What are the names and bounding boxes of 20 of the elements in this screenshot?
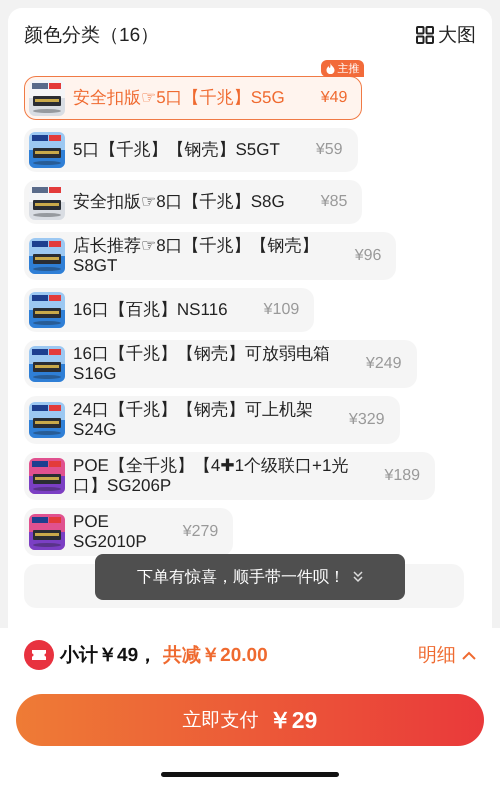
grid-icon bbox=[416, 26, 434, 44]
recommend-badge: 主推 bbox=[321, 60, 364, 77]
message-toast: 下单有惊喜，顺手带一件呗！ bbox=[95, 554, 405, 600]
section-title: 颜色分类（16） bbox=[24, 24, 160, 48]
pay-button[interactable]: 立即支付 ￥29 bbox=[16, 694, 484, 746]
large-image-toggle[interactable]: 大图 bbox=[416, 22, 476, 48]
flame-icon bbox=[326, 63, 336, 74]
option-item[interactable]: POE SG2010P ¥279 bbox=[24, 508, 234, 556]
discount-text: 共减￥20.00 bbox=[163, 644, 268, 668]
option-item[interactable]: 安全扣版☞8口【千兆】S8G ¥85 bbox=[24, 180, 362, 224]
chevron-up-icon bbox=[462, 650, 476, 660]
option-item[interactable]: 5口【千兆】【钢壳】S5GT ¥59 bbox=[24, 128, 358, 172]
option-item[interactable]: 16口【百兆】NS116 ¥109 bbox=[24, 288, 314, 332]
subtotal-text: 小计￥49， bbox=[60, 644, 158, 668]
option-item[interactable]: 店长推荐☞8口【千兆】【钢壳】 S8GT ¥96 bbox=[24, 232, 396, 280]
option-item[interactable]: POE【全千兆】【4✚1个级联口+1光 口】SG206P ¥189 bbox=[24, 452, 436, 500]
option-item[interactable]: 24口【千兆】【钢壳】可上机架 S24G ¥329 bbox=[24, 396, 400, 444]
option-item[interactable]: 16口【千兆】【钢壳】可放弱电箱 S16G ¥249 bbox=[24, 340, 417, 388]
double-chevron-icon bbox=[353, 571, 363, 583]
coupon-icon bbox=[24, 640, 54, 670]
